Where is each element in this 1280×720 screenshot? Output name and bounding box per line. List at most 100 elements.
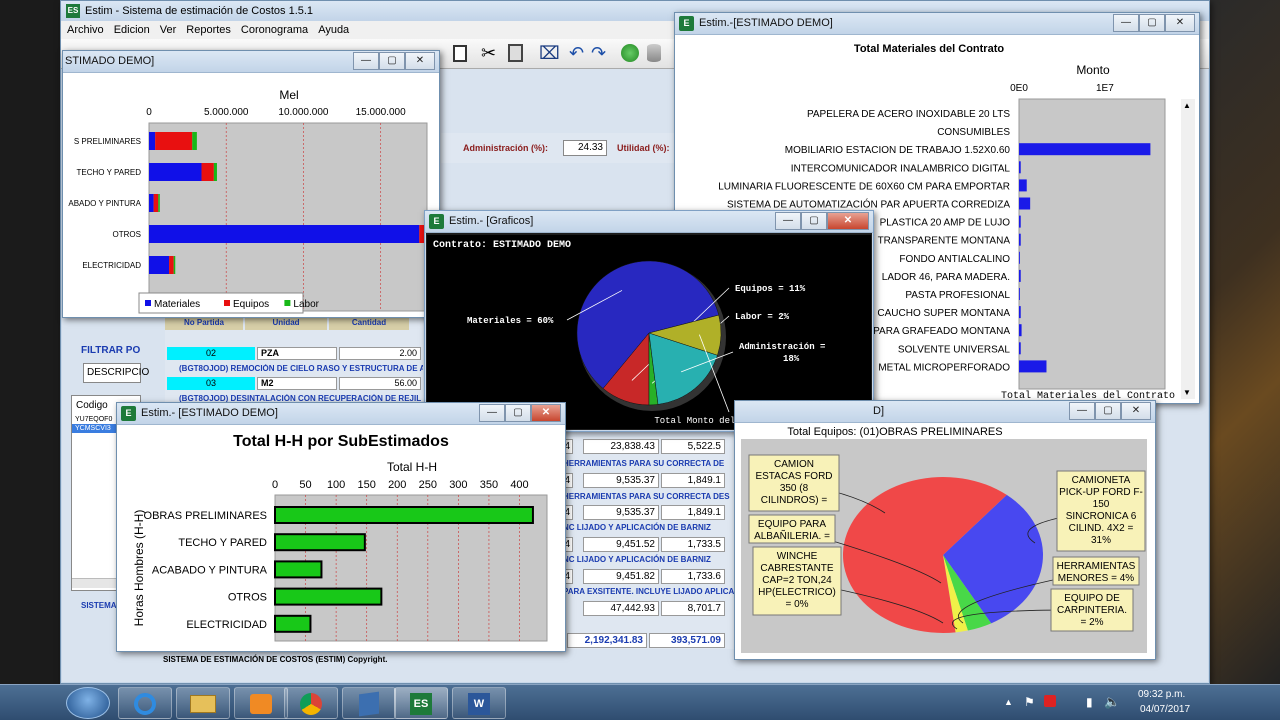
callout-text: PICK-UP FORD F- <box>1059 487 1143 498</box>
bar-segment <box>155 132 193 150</box>
administracion-input[interactable]: 24.33 <box>563 140 607 156</box>
bar <box>1019 324 1022 337</box>
clock-time[interactable]: 09:32 p.m. <box>1138 689 1185 700</box>
menu-ayuda[interactable]: Ayuda <box>318 21 349 39</box>
x-tick-label: 5.000.000 <box>204 107 249 118</box>
row-number[interactable]: 02 <box>167 347 255 360</box>
close-button[interactable]: ✕ <box>405 52 435 70</box>
menu-ver[interactable]: Ver <box>160 21 177 39</box>
mel-title-bar[interactable]: STIMADO DEMO] — ▢ ✕ <box>63 51 439 73</box>
equipos-window-title: D] <box>873 405 884 417</box>
menu-archivo[interactable]: Archivo <box>67 21 104 39</box>
scroll-up-arrow[interactable]: ▲ <box>1183 101 1191 110</box>
graficos-title-bar[interactable]: E Estim.- [Graficos] — ▢ ✕ <box>425 211 873 233</box>
delete-icon[interactable]: ⌧ <box>539 42 560 64</box>
callout-text: WINCHE <box>777 551 818 562</box>
network-icon[interactable]: ▮ <box>1086 695 1093 709</box>
copy-icon[interactable] <box>453 45 467 62</box>
undo-icon[interactable]: ↶ <box>569 42 584 64</box>
refresh-icon[interactable] <box>621 44 639 62</box>
ie-icon[interactable] <box>118 687 172 719</box>
maximize-button[interactable]: ▢ <box>1095 402 1121 420</box>
values-row: 34 9,535.37 1,849.1 <box>561 505 741 520</box>
filtrar-label: FILTRAR PO <box>81 345 141 356</box>
row-qty[interactable]: 56.00 <box>339 377 421 390</box>
app-icon: E <box>679 16 694 31</box>
maximize-button[interactable]: ▢ <box>505 404 531 422</box>
paste-icon[interactable] <box>508 44 523 62</box>
chrome-icon[interactable] <box>284 687 338 719</box>
minimize-button[interactable]: — <box>479 404 505 422</box>
total-a: 2,192,341.83 <box>567 633 647 648</box>
descripcion-field[interactable]: DESCRIPCIO <box>83 363 149 383</box>
minimize-button[interactable]: — <box>353 52 379 70</box>
x-tick-label: 0 <box>146 107 152 118</box>
word-icon[interactable]: W <box>452 687 506 719</box>
bar <box>1019 143 1151 156</box>
row-qty[interactable]: 2.00 <box>339 347 421 360</box>
estim-icon[interactable]: ES <box>394 687 448 719</box>
clock-date[interactable]: 04/07/2017 <box>1140 704 1190 715</box>
vertical-scrollbar[interactable]: ▲ ▼ <box>1181 99 1195 399</box>
mel-chart-window: STIMADO DEMO] — ▢ ✕ Mel 0 5.000.000 10.000.… <box>62 50 440 318</box>
bar <box>274 560 323 579</box>
row-unit-select[interactable]: PZA <box>257 347 337 360</box>
database-icon[interactable] <box>647 44 661 62</box>
category-label: INTERCOMUNICADOR INALAMBRICO DIGITAL <box>791 163 1011 174</box>
graficos-window-title: Estim.- [Graficos] <box>449 215 534 227</box>
maximize-button[interactable]: ▢ <box>801 212 827 230</box>
row-unit-select[interactable]: M2 <box>257 377 337 390</box>
callout-text: CAP=2 TON,24 <box>762 575 832 586</box>
bar-segment <box>149 132 156 150</box>
close-button[interactable]: ✕ <box>827 212 869 230</box>
explorer-icon[interactable] <box>176 687 230 719</box>
close-button[interactable]: ✕ <box>531 404 561 422</box>
materiales-title-bar[interactable]: E Estim.-[ESTIMADO DEMO] — ▢ ✕ <box>675 13 1199 35</box>
redo-icon[interactable]: ↷ <box>591 42 606 64</box>
bar <box>1019 360 1047 373</box>
legend-label: Labor <box>293 299 319 310</box>
hh-title-bar[interactable]: E Estim.- [ESTIMADO DEMO] — ▢ ✕ <box>117 403 565 425</box>
flag-icon[interactable]: ⚑ <box>1024 695 1035 709</box>
equipos-window: D] — ▢ ✕ Total Equipos: (01)OBRAS PRELIM… <box>734 400 1156 660</box>
start-button[interactable] <box>66 687 110 719</box>
chart-title: Contrato: ESTIMADO DEMO <box>433 240 571 251</box>
category-label: FONDO ANTIALCALINO <box>899 254 1010 265</box>
x-tick-label: 10.000.000 <box>278 107 328 118</box>
callout-text: HERRAMIENTAS <box>1057 561 1136 572</box>
equipos-title-bar[interactable]: D] — ▢ ✕ <box>735 401 1155 423</box>
row-number[interactable]: 03 <box>167 377 255 390</box>
chart-title: Total H-H por SubEstimados <box>233 433 449 450</box>
bar-segment <box>201 163 214 181</box>
minimize-button[interactable]: — <box>1069 402 1095 420</box>
value-a: 47,442.93 <box>583 601 659 616</box>
volume-icon[interactable]: 🔈 <box>1104 694 1120 710</box>
menu-reportes[interactable]: Reportes <box>186 21 231 39</box>
y-axis-label: Horas Hombres (H-H) <box>132 510 146 627</box>
footer-copyright: SISTEMA DE ESTIMACIÓN DE COSTOS (ESTIM) … <box>163 655 388 664</box>
close-button[interactable]: ✕ <box>1165 14 1195 32</box>
callout-text: CILINDROS) = <box>761 495 828 506</box>
virtualbox-icon[interactable] <box>342 687 396 719</box>
cut-icon[interactable]: ✂ <box>481 43 496 63</box>
minimize-button[interactable]: — <box>1113 14 1139 32</box>
media-player-icon[interactable] <box>234 687 288 719</box>
callout-text: = 0% <box>785 599 808 610</box>
callout-text: MENORES = 4% <box>1058 573 1135 584</box>
menu-coronograma[interactable]: Coronograma <box>241 21 308 39</box>
graficos-window: E Estim.- [Graficos] — ▢ ✕ Contrato: EST… <box>424 210 874 432</box>
close-button[interactable]: ✕ <box>1121 402 1151 420</box>
callout-text: ALBAÑILERIA. = <box>754 529 830 542</box>
value-b: 1,733.5 <box>661 537 725 552</box>
tray-arrow-icon[interactable]: ▲ <box>1004 697 1013 707</box>
bar <box>1019 251 1020 264</box>
menu-edicion[interactable]: Edicion <box>114 21 150 39</box>
scroll-down-arrow[interactable]: ▼ <box>1183 388 1191 397</box>
minimize-button[interactable]: — <box>775 212 801 230</box>
maximize-button[interactable]: ▢ <box>1139 14 1165 32</box>
maximize-button[interactable]: ▢ <box>379 52 405 70</box>
category-label: SOLVENTE UNIVERSAL <box>898 344 1011 355</box>
values-column: 34 23,838.43 5,522.5 HERRAMIENTAS PARA S… <box>561 437 741 649</box>
utilidad-label: Utilidad (%): <box>617 143 670 153</box>
antivirus-icon[interactable] <box>1044 695 1056 707</box>
